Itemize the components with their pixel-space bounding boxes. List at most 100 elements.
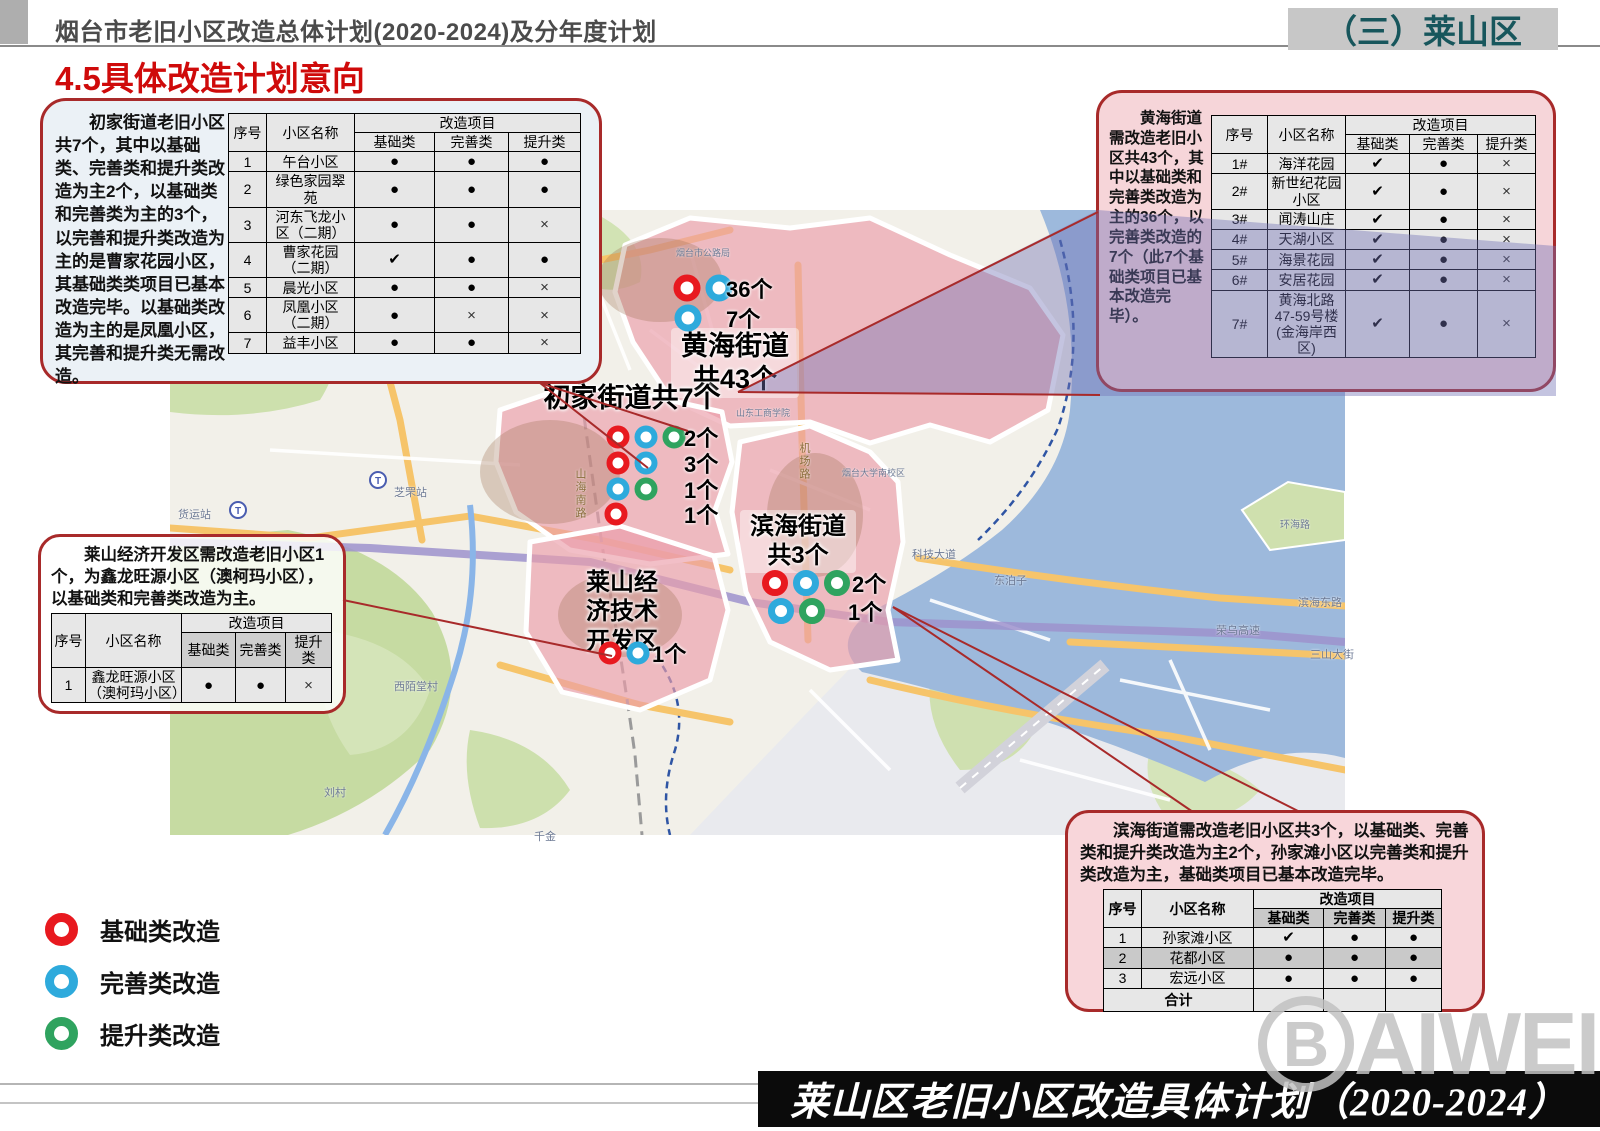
table-cell: 凤凰小区（二期） (267, 298, 355, 333)
table-cell: 2 (1104, 948, 1142, 968)
table-cell: 1 (52, 668, 86, 703)
table-cell: 闻涛山庄 (1268, 209, 1346, 229)
table-cell: 基础类 (1254, 909, 1324, 928)
table-cell: 6 (229, 298, 267, 333)
table-cell: 小区名称 (1142, 890, 1254, 928)
table-cell: ● (435, 152, 509, 172)
table-cell: ● (1410, 290, 1478, 357)
map-place-name: 滨海东路 (1298, 594, 1342, 610)
legend-item: 完善类改造 (45, 955, 220, 1007)
table-cell: ● (355, 278, 435, 298)
table-cell: ● (1254, 948, 1324, 968)
blue-ring-marker-icon (768, 598, 794, 624)
callout-chujia: 初家街道老旧小区共7个，其中以基础类、完善类和提升类改造为主2个，以基础类和完善… (40, 98, 602, 384)
table-cell: 序号 (1104, 890, 1142, 928)
table-cell: ● (1386, 948, 1442, 968)
table-cell: ✔ (1254, 928, 1324, 948)
table-cell: ✔ (1346, 290, 1410, 357)
table-cell: 宏远小区 (1142, 968, 1254, 988)
table-cell: ● (435, 278, 509, 298)
table-cell: ● (1410, 250, 1478, 270)
callout-chujia-text: 初家街道老旧小区共7个，其中以基础类、完善类和提升类改造为主2个，以基础类和完善… (55, 111, 231, 388)
legend-ring-icon (45, 1017, 78, 1050)
table-cell: ● (236, 668, 286, 703)
table-cell: 小区名称 (267, 114, 355, 152)
red-ring-marker-icon (674, 275, 701, 302)
table-cell: ● (435, 333, 509, 353)
table-cell: × (1478, 270, 1536, 290)
table-cell: ● (355, 152, 435, 172)
street-count-label: 滨海街道共3个 (740, 510, 856, 573)
callout-kaifaqu: 莱山经济开发区需改造老旧小区1个，为鑫龙旺源小区（澳柯玛小区），以基础类和完善类… (38, 534, 346, 714)
table-cell: ● (1324, 928, 1386, 948)
table-cell: 序号 (229, 114, 267, 152)
legend-item: 基础类改造 (45, 903, 220, 955)
street-count-label: 莱山经济技术开发区 (586, 568, 658, 656)
table-cell: ● (1386, 968, 1442, 988)
marker-count-label: 1个 (848, 595, 882, 627)
red-ring-marker-icon (762, 570, 788, 596)
table-cell: × (509, 298, 581, 333)
table-cell: 基础类 (1346, 135, 1410, 154)
marker-count-label: 7个 (726, 302, 760, 334)
table-cell: ● (509, 172, 581, 207)
table-cell: ● (1410, 229, 1478, 249)
legend-item: 提升类改造 (45, 1007, 220, 1059)
table-cell: ● (1410, 209, 1478, 229)
table-cell: 孙家滩小区 (1142, 928, 1254, 948)
callout-huanghai-text: 黄海街道需改造老旧小区共43个，其中以基础类和完善类改造为主的36个，以完善类改… (1109, 109, 1209, 327)
legend-label: 完善类改造 (100, 964, 220, 999)
table-cell: × (509, 207, 581, 242)
green-ring-marker-icon (663, 426, 686, 449)
table-cell: ✔ (1346, 154, 1410, 174)
table-cell: 序号 (1212, 116, 1268, 154)
table-cell: 基础类 (182, 633, 236, 668)
table-cell: × (1478, 209, 1536, 229)
watermark-circle-b: B (1258, 996, 1354, 1092)
table-cell: 花都小区 (1142, 948, 1254, 968)
marker-count-label: 36个 (726, 272, 772, 304)
table-cell: 提升类 (509, 133, 581, 152)
section-title: 4.5具体改造计划意向 (55, 52, 365, 100)
map-place-name: 环海路 (1280, 516, 1310, 531)
table-cell: ● (509, 152, 581, 172)
table-cell: 7# (1212, 290, 1268, 357)
red-ring-marker-icon (605, 503, 628, 526)
slide-page: 烟台市老旧小区改造总体计划(2020-2024)及分年度计划 （三）莱山区 4.… (0, 0, 1600, 1131)
table-cell: 基础类 (355, 133, 435, 152)
marker-count-label: 1个 (684, 498, 718, 530)
table-cell: 完善类 (1324, 909, 1386, 928)
table-cell: ● (355, 298, 435, 333)
huanghai-table: 序号小区名称改造项目基础类完善类提升类1#海洋花园✔●×2#新世纪花园小区✔●×… (1211, 115, 1536, 358)
table-cell: 提升类 (1478, 135, 1536, 154)
table-cell: 3 (229, 207, 267, 242)
table-cell: 河东飞龙小区（二期） (267, 207, 355, 242)
map-place-name: 科技大道 (912, 546, 956, 562)
kaifaqu-table: 序号小区名称改造项目基础类完善类提升类1鑫龙旺源小区（澳柯玛小区）●●× (51, 613, 332, 703)
baiwei-watermark-logo: BAIWEI (1258, 996, 1598, 1092)
table-cell: ✔ (1346, 250, 1410, 270)
map-place-name: 机场路 (796, 442, 812, 481)
blue-ring-marker-icon (635, 426, 658, 449)
table-cell: ✔ (355, 242, 435, 277)
map-place-name: 荣乌高速 (1216, 622, 1260, 638)
table-cell: 益丰小区 (267, 333, 355, 353)
table-cell: 小区名称 (1268, 116, 1346, 154)
table-cell: ● (1324, 948, 1386, 968)
table-cell: 完善类 (1410, 135, 1478, 154)
table-cell: 完善类 (435, 133, 509, 152)
table-cell: ✔ (1346, 209, 1410, 229)
footer-divider (0, 1083, 770, 1085)
table-cell: ✔ (1346, 270, 1410, 290)
callout-binhai-text: 滨海街道需改造老旧小区共3个，以基础类、完善类和提升类改造为主2个，孙家滩小区以… (1080, 821, 1476, 886)
table-cell: 2 (229, 172, 267, 207)
table-cell: ● (1324, 968, 1386, 988)
green-ring-marker-icon (635, 478, 658, 501)
map-place-name: 烟台市公路局 (676, 246, 730, 259)
table-cell: 海景花园 (1268, 250, 1346, 270)
table-cell: × (1478, 229, 1536, 249)
table-cell: 4 (229, 242, 267, 277)
table-cell: 合计 (1104, 988, 1254, 1011)
table-cell: 晨光小区 (267, 278, 355, 298)
table-cell: 5# (1212, 250, 1268, 270)
